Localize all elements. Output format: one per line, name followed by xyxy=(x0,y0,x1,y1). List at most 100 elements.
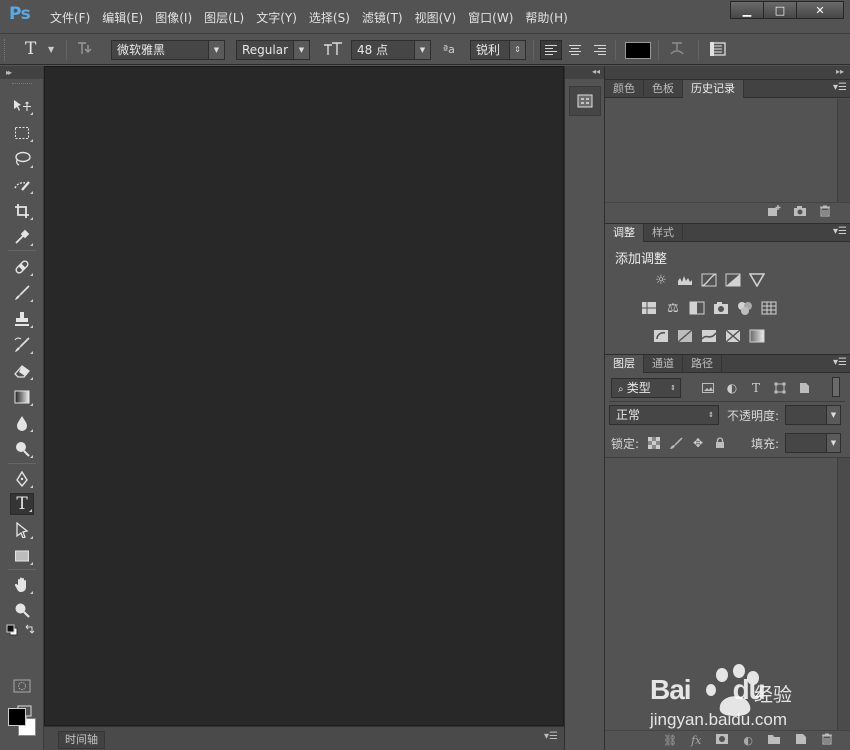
tab-styles[interactable]: 样式 xyxy=(644,224,683,242)
brush-icon[interactable] xyxy=(10,282,34,304)
align-right-button[interactable] xyxy=(588,40,610,60)
threshold-icon[interactable] xyxy=(701,328,717,344)
menu-filter[interactable]: 滤镜(T) xyxy=(356,9,409,26)
filter-toggle-switch[interactable] xyxy=(832,377,840,397)
levels-icon[interactable] xyxy=(677,272,693,288)
align-center-button[interactable] xyxy=(564,40,586,60)
tab-channels[interactable]: 通道 xyxy=(644,355,683,373)
history-brush-icon[interactable] xyxy=(10,334,34,356)
move-icon[interactable] xyxy=(10,95,34,117)
trash-icon[interactable] xyxy=(821,733,833,748)
gradient-map-icon[interactable] xyxy=(749,328,765,344)
font-family-select[interactable]: 微软雅黑 ▼ xyxy=(111,40,225,60)
dodge-icon[interactable] xyxy=(10,438,34,460)
panels-collapse-icon[interactable]: ▸▸ xyxy=(605,66,850,79)
fill-input[interactable]: ▼ xyxy=(785,433,841,453)
blur-icon[interactable] xyxy=(10,412,34,434)
tool-preset-arrow-icon[interactable]: ▼ xyxy=(48,39,54,59)
layers-scrollbar[interactable] xyxy=(837,458,850,730)
history-scrollbar[interactable] xyxy=(837,99,850,203)
posterize-icon[interactable] xyxy=(677,328,693,344)
menu-type[interactable]: 文字(Y) xyxy=(250,9,303,26)
quick-selection-icon[interactable] xyxy=(10,174,34,196)
menu-help[interactable]: 帮助(H) xyxy=(519,9,573,26)
menu-layer[interactable]: 图层(L) xyxy=(198,9,250,26)
crop-icon[interactable] xyxy=(10,200,34,222)
hand-icon[interactable] xyxy=(10,574,34,596)
selective-color-icon[interactable] xyxy=(725,328,741,344)
new-document-from-state-icon[interactable] xyxy=(767,205,781,220)
clone-stamp-icon[interactable] xyxy=(10,308,34,330)
panel-menu-icon[interactable]: ▾☰ xyxy=(833,226,847,237)
filter-pixel-icon[interactable] xyxy=(701,381,715,395)
tool-preset-icon[interactable]: T xyxy=(25,39,36,59)
menu-view[interactable]: 视图(V) xyxy=(409,9,463,26)
exposure-icon[interactable] xyxy=(725,272,741,288)
tab-layers[interactable]: 图层 xyxy=(605,355,644,373)
text-color-swatch[interactable] xyxy=(625,42,651,59)
layer-filter-kind-select[interactable]: ⌕ 类型 ⇕ xyxy=(611,378,681,398)
filter-shape-icon[interactable] xyxy=(773,381,787,395)
opacity-input[interactable]: ▼ xyxy=(785,405,841,425)
lasso-icon[interactable] xyxy=(10,148,34,170)
type-icon[interactable]: T xyxy=(10,493,34,515)
camera-icon[interactable] xyxy=(793,205,807,220)
font-style-select[interactable]: Regular ▼ xyxy=(236,40,310,60)
filter-smart-object-icon[interactable] xyxy=(797,381,811,395)
color-balance-icon[interactable]: ⚖ xyxy=(665,300,681,316)
vibrance-icon[interactable] xyxy=(749,272,765,288)
tab-adjustments[interactable]: 调整 xyxy=(605,224,644,242)
panel-menu-icon[interactable]: ▾☰ xyxy=(833,82,847,93)
healing-brush-icon[interactable] xyxy=(10,256,34,278)
menu-file[interactable]: 文件(F) xyxy=(44,9,96,26)
menu-window[interactable]: 窗口(W) xyxy=(462,9,519,26)
default-colors-icon[interactable] xyxy=(6,624,18,639)
zoom-icon[interactable] xyxy=(10,599,34,621)
gradient-icon[interactable] xyxy=(10,386,34,408)
lock-position-icon[interactable]: ✥ xyxy=(691,436,705,450)
eyedropper-icon[interactable] xyxy=(10,226,34,248)
quick-mask-icon[interactable] xyxy=(13,679,31,696)
text-orientation-icon[interactable] xyxy=(76,39,94,59)
options-grip[interactable] xyxy=(4,39,6,61)
panel-menu-icon[interactable]: ▾☰ xyxy=(833,357,847,368)
maximize-button[interactable]: □ xyxy=(763,1,797,19)
swap-colors-icon[interactable] xyxy=(24,623,36,638)
invert-icon[interactable] xyxy=(653,328,669,344)
eraser-icon[interactable] xyxy=(10,360,34,382)
filter-type-icon[interactable]: T xyxy=(749,381,763,395)
foreground-color-swatch[interactable] xyxy=(8,708,26,726)
panel-menu-icon[interactable]: ▾☰ xyxy=(544,731,558,742)
black-white-icon[interactable] xyxy=(689,300,705,316)
menu-select[interactable]: 选择(S) xyxy=(303,9,356,26)
tab-history[interactable]: 历史记录 xyxy=(683,80,744,98)
blend-mode-select[interactable]: 正常 ⇕ xyxy=(609,405,719,425)
pen-icon[interactable] xyxy=(10,468,34,490)
curves-icon[interactable] xyxy=(701,272,717,288)
properties-panel-icon[interactable] xyxy=(569,86,601,116)
antialias-select[interactable]: 锐利 ⇕ xyxy=(470,40,526,60)
lock-all-icon[interactable] xyxy=(713,436,727,450)
timeline-tab[interactable]: 时间轴 xyxy=(58,731,105,749)
menu-edit[interactable]: 编辑(E) xyxy=(96,9,149,26)
channel-mixer-icon[interactable] xyxy=(737,300,753,316)
dock-collapse-icon[interactable]: ◂◂ xyxy=(565,66,604,79)
tab-paths[interactable]: 路径 xyxy=(683,355,722,373)
warp-text-icon[interactable] xyxy=(668,39,686,59)
rectangle-icon[interactable] xyxy=(10,545,34,567)
marquee-icon[interactable] xyxy=(10,122,34,144)
document-canvas[interactable] xyxy=(44,66,564,726)
tab-swatches[interactable]: 色板 xyxy=(644,80,683,98)
menu-image[interactable]: 图像(I) xyxy=(149,9,198,26)
lock-transparent-icon[interactable] xyxy=(647,436,661,450)
close-button[interactable]: ✕ xyxy=(796,1,844,19)
hue-saturation-icon[interactable] xyxy=(641,300,657,316)
photo-filter-icon[interactable] xyxy=(713,300,729,316)
toolbox-collapse-icon[interactable]: ▸▸ xyxy=(0,66,43,79)
font-size-select[interactable]: 48 点 ▼ xyxy=(351,40,431,60)
tab-color[interactable]: 颜色 xyxy=(605,80,644,98)
filter-adjustment-icon[interactable]: ◐ xyxy=(725,381,739,395)
toolbox-grip[interactable] xyxy=(12,83,32,84)
align-left-button[interactable] xyxy=(540,40,562,60)
trash-icon[interactable] xyxy=(819,205,831,220)
